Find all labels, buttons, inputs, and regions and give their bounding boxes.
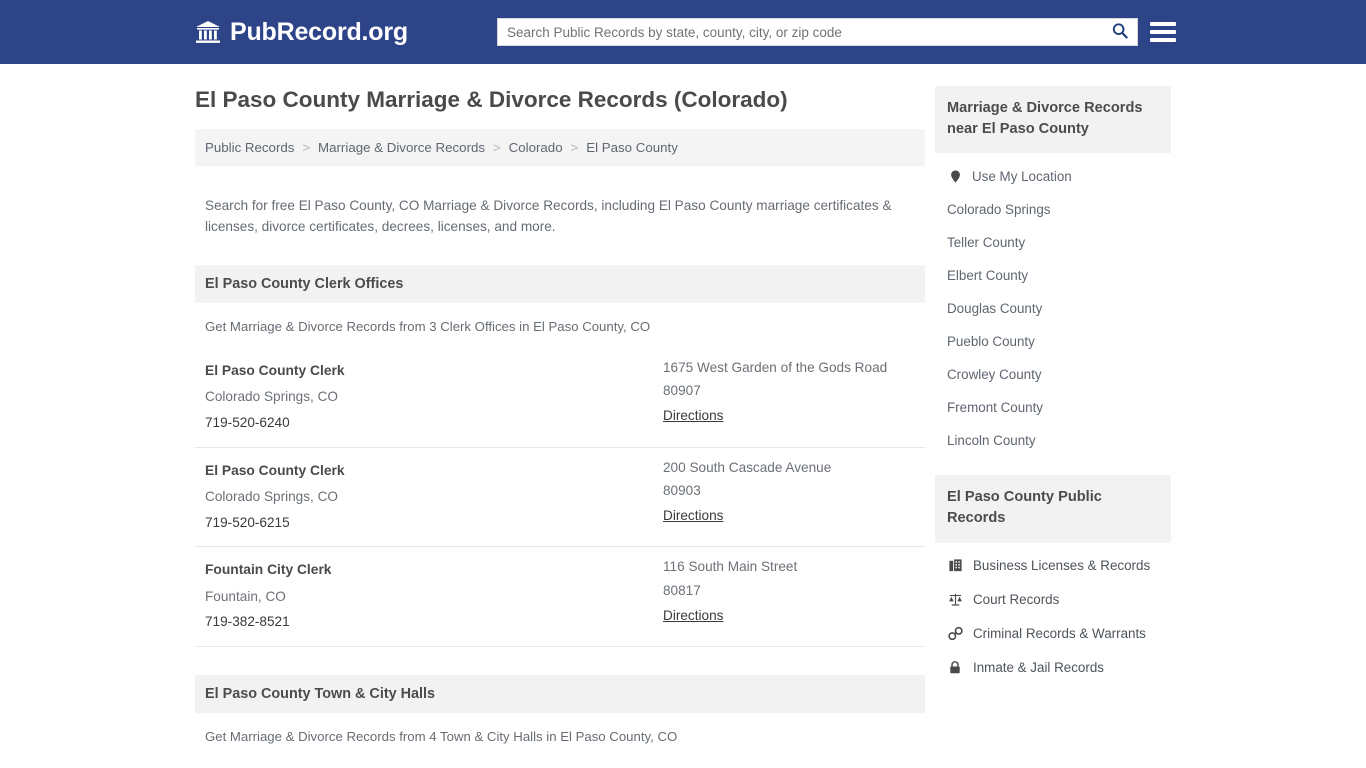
breadcrumb-item-3: El Paso County [586, 140, 678, 155]
scales-of-justice-icon [947, 592, 963, 608]
directions-link[interactable]: Directions [663, 503, 723, 528]
listing-name-cell: El Paso County Clerk Colorado Springs, C… [195, 458, 663, 536]
sidebar-item-use-my-location[interactable]: Use My Location [935, 159, 1171, 193]
sidebar-item-label: Business Licenses & Records [973, 558, 1151, 574]
sidebar-item-lincoln-county[interactable]: Lincoln County [935, 424, 1171, 457]
map-pin-icon [947, 168, 963, 184]
sidebar-item-label: Use My Location [972, 168, 1072, 184]
bank-building-icon [195, 20, 221, 44]
organization-zip: 80907 [663, 382, 701, 398]
organization-zip: 80817 [663, 582, 701, 598]
nearby-locations-list: Use My Location Colorado Springs Teller … [935, 153, 1171, 457]
section-subtitle-town-city-halls: Get Marriage & Divorce Records from 4 To… [205, 729, 678, 745]
breadcrumb-separator: > [302, 140, 311, 155]
directions-link[interactable]: Directions [663, 603, 723, 628]
search-input[interactable] [498, 19, 1103, 45]
sidebar-item-label: Douglas County [947, 301, 1043, 317]
sidebar-item-court-records[interactable]: Court Records [935, 583, 1171, 617]
organization-address: 200 South Cascade Avenue [663, 459, 832, 475]
listing-name-cell: El Paso County Clerk Colorado Springs, C… [195, 358, 663, 436]
town-city-halls-table: Calhan Town Hall Calhan, CO 556 Colorado… [195, 758, 925, 768]
sidebar-item-label: Colorado Springs [947, 202, 1051, 218]
menu-bar-1 [1150, 22, 1176, 26]
sidebar-item-label: Lincoln County [947, 433, 1036, 449]
listing-address-cell: 1675 West Garden of the Gods Road 80907 … [663, 358, 925, 436]
organization-phone: 719-382-8521 [205, 614, 290, 630]
sidebar-item-label: Court Records [973, 592, 1060, 608]
sidebar-item-pueblo-county[interactable]: Pueblo County [935, 325, 1171, 358]
breadcrumb: Public Records > Marriage & Divorce Reco… [195, 129, 925, 166]
sidebar-item-label: Inmate & Jail Records [973, 660, 1104, 676]
public-records-list: Business Licenses & Records Court Record… [935, 543, 1171, 685]
breadcrumb-separator: > [570, 140, 579, 155]
breadcrumb-separator: > [493, 140, 501, 155]
organization-phone: 719-520-6215 [205, 514, 290, 530]
listing-name-cell: Fountain City Clerk Fountain, CO 719-382… [195, 557, 663, 635]
sidebar-item-elbert-county[interactable]: Elbert County [935, 259, 1171, 292]
handcuffs-icon [947, 626, 963, 642]
sidebar-item-label: Crowley County [947, 367, 1042, 383]
section-heading-clerk-offices: El Paso County Clerk Offices [195, 264, 925, 303]
organization-address: 1675 West Garden of the Gods Road [663, 359, 888, 375]
sidebar-item-teller-county[interactable]: Teller County [935, 226, 1171, 259]
organization-name: Fountain City Clerk [205, 562, 332, 578]
sidebar-item-label: Criminal Records & Warrants [973, 626, 1146, 642]
main-content: El Paso County Marriage & Divorce Record… [195, 64, 925, 768]
table-row: Fountain City Clerk Fountain, CO 719-382… [195, 547, 925, 648]
site-logo-text: PubRecord.org [230, 17, 408, 46]
directions-link[interactable]: Directions [663, 403, 723, 428]
breadcrumb-item-0[interactable]: Public Records [205, 140, 294, 155]
sidebar-item-douglas-county[interactable]: Douglas County [935, 292, 1171, 325]
menu-bar-3 [1150, 38, 1176, 42]
organization-city: Fountain, CO [205, 588, 286, 604]
menu-bar-2 [1150, 30, 1176, 34]
building-icon [947, 558, 963, 574]
organization-zip: 80903 [663, 482, 701, 498]
sidebar-item-label: Teller County [947, 235, 1026, 251]
table-row: El Paso County Clerk Colorado Springs, C… [195, 348, 925, 448]
search-button[interactable] [1103, 19, 1137, 45]
section-subtitle-clerk-offices: Get Marriage & Divorce Records from 3 Cl… [205, 318, 651, 334]
table-row: Calhan Town Hall Calhan, CO 556 Colorado… [195, 758, 925, 768]
breadcrumb-item-1[interactable]: Marriage & Divorce Records [318, 140, 485, 155]
hamburger-menu-icon[interactable] [1150, 18, 1176, 46]
sidebar-item-label: Pueblo County [947, 334, 1035, 350]
organization-name: El Paso County Clerk [205, 462, 345, 478]
sidebar: Marriage & Divorce Records near El Paso … [935, 64, 1171, 768]
organization-city: Colorado Springs, CO [205, 388, 338, 404]
sidebar-item-colorado-springs[interactable]: Colorado Springs [935, 193, 1171, 226]
sidebar-item-label: Fremont County [947, 400, 1044, 416]
sidebar-item-crowley-county[interactable]: Crowley County [935, 358, 1171, 391]
section-heading-town-city-halls: El Paso County Town & City Halls [195, 675, 925, 714]
clerk-offices-table: El Paso County Clerk Colorado Springs, C… [195, 348, 925, 648]
organization-phone: 719-520-6240 [205, 414, 290, 430]
organization-city: Colorado Springs, CO [205, 488, 338, 504]
lock-icon [947, 660, 963, 676]
sidebar-item-fremont-county[interactable]: Fremont County [935, 391, 1171, 424]
sidebar-heading-nearby: Marriage & Divorce Records near El Paso … [935, 86, 1171, 154]
sidebar-item-business-licenses[interactable]: Business Licenses & Records [935, 549, 1171, 583]
sidebar-item-inmate-jail-records[interactable]: Inmate & Jail Records [935, 651, 1171, 685]
listing-address-cell: 200 South Cascade Avenue 80903 Direction… [663, 458, 925, 536]
search-bar[interactable] [497, 18, 1138, 46]
site-header: PubRecord.org [0, 0, 1366, 64]
sidebar-item-label: Elbert County [947, 268, 1029, 284]
table-row: El Paso County Clerk Colorado Springs, C… [195, 448, 925, 548]
listing-address-cell: 116 South Main Street 80817 Directions [663, 557, 925, 635]
site-logo[interactable]: PubRecord.org [195, 17, 408, 46]
organization-name: El Paso County Clerk [205, 362, 345, 378]
breadcrumb-item-2[interactable]: Colorado [509, 140, 563, 155]
intro-paragraph: Search for free El Paso County, CO Marri… [205, 197, 892, 234]
page-body: El Paso County Marriage & Divorce Record… [0, 64, 1366, 768]
page-title: El Paso County Marriage & Divorce Record… [195, 87, 788, 112]
sidebar-item-criminal-records[interactable]: Criminal Records & Warrants [935, 617, 1171, 651]
search-icon [1111, 22, 1129, 43]
organization-address: 116 South Main Street [663, 559, 798, 575]
sidebar-heading-public-records: El Paso County Public Records [935, 475, 1171, 543]
